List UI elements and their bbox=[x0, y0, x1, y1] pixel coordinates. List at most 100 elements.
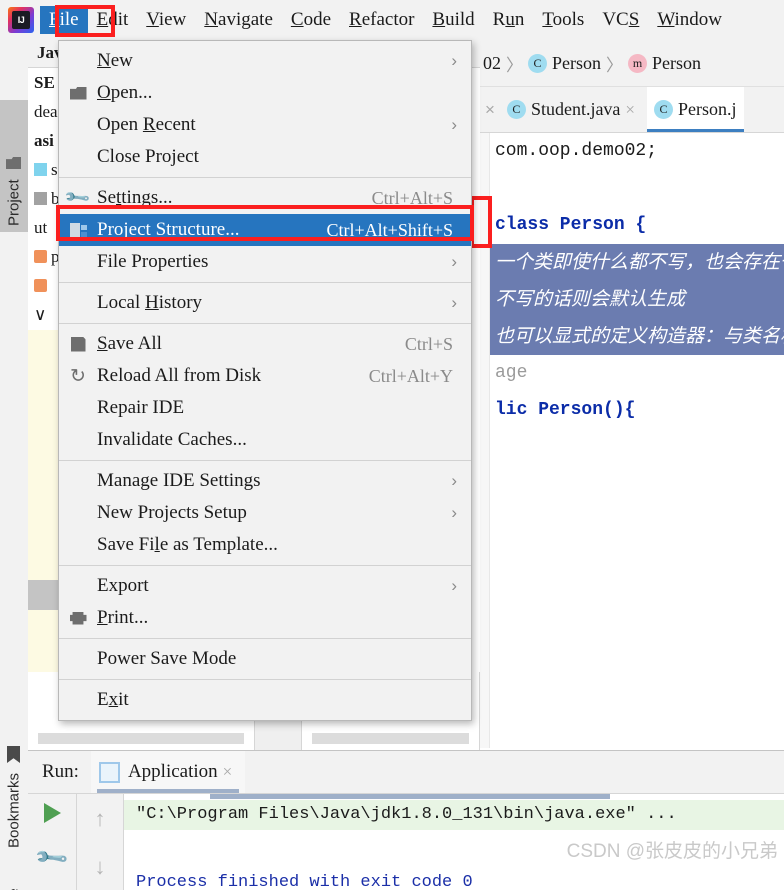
wrench-icon[interactable]: 🔧 bbox=[33, 839, 71, 877]
folder-icon bbox=[59, 86, 97, 100]
run-toolbar: 🔧 bbox=[28, 794, 77, 890]
play-icon[interactable] bbox=[43, 803, 61, 823]
run-tab-label: Application bbox=[127, 761, 218, 782]
menu-item-invalidate-caches[interactable]: Invalidate Caches... bbox=[59, 424, 471, 456]
close-icon[interactable]: × bbox=[223, 762, 233, 782]
menu-item-label: Power Save Mode bbox=[97, 648, 237, 669]
arrow-down-icon[interactable]: ↓ bbox=[95, 854, 106, 880]
chevron-right-icon: › bbox=[451, 503, 457, 522]
csdn-watermark: CSDN @张皮皮的小兄弟 bbox=[566, 841, 778, 862]
menu-item-label: Reload All from Disk bbox=[97, 365, 262, 386]
menu-view[interactable]: View bbox=[137, 6, 195, 34]
editor-tab-strip: × C Student.java × C Person.j bbox=[480, 87, 784, 133]
menu-item-label: Settings... bbox=[97, 187, 173, 208]
horizontal-scrollbar-2[interactable] bbox=[312, 733, 469, 744]
menu-item-reload-all-from-disk[interactable]: ↻ Reload All from Disk Ctrl+Alt+Y bbox=[59, 360, 471, 392]
chevron-right-icon: › bbox=[451, 471, 457, 490]
folder-icon bbox=[7, 156, 22, 173]
menu-build[interactable]: Build bbox=[423, 6, 483, 34]
run-panel-header: Run: Application × bbox=[28, 751, 784, 794]
class-icon: C bbox=[654, 100, 674, 119]
menu-tools[interactable]: Tools bbox=[533, 6, 593, 34]
save-icon bbox=[59, 336, 97, 352]
menu-item-new-projects-setup[interactable]: New Projects Setup › bbox=[59, 497, 471, 529]
code-line: com.oop.demo02; bbox=[495, 141, 658, 161]
tree-item-label: ut bbox=[34, 218, 48, 237]
sidebar-item-structure[interactable]: ucture bbox=[0, 855, 28, 890]
menu-item-label: Project Structure... bbox=[97, 219, 240, 240]
run-tab-application[interactable]: Application × bbox=[90, 751, 246, 793]
tree-item-icon bbox=[34, 163, 47, 176]
console-line: "C:\Program Files\Java\jdk1.8.0_131\bin\… bbox=[124, 800, 784, 830]
chevron-right-icon: › bbox=[451, 115, 457, 134]
menu-item-print[interactable]: Print... bbox=[59, 602, 471, 634]
close-icon[interactable]: × bbox=[625, 100, 635, 120]
breadcrumb-item[interactable]: m Person bbox=[628, 53, 701, 74]
editor-tab-label: Person.j bbox=[678, 99, 737, 119]
code-line: 一个类即使什么都不写，也会存在一个 bbox=[480, 244, 784, 281]
menu-item-label: Export bbox=[97, 575, 149, 596]
console-icon bbox=[98, 761, 120, 783]
menu-item-repair-ide[interactable]: Repair IDE bbox=[59, 392, 471, 424]
method-icon: m bbox=[628, 53, 647, 73]
tree-item-label: asi bbox=[34, 131, 54, 150]
menu-item-label: File Properties bbox=[97, 251, 209, 272]
horizontal-scrollbar-1[interactable] bbox=[38, 733, 245, 744]
menu-item-local-history[interactable]: Local History › bbox=[59, 287, 471, 319]
left-tool-window-strip: Project Bookmarks ucture bbox=[0, 40, 29, 890]
menu-separator bbox=[59, 177, 471, 178]
console-scroll-indicator bbox=[210, 794, 610, 799]
breadcrumb-item-label: Person bbox=[552, 52, 601, 73]
menu-run[interactable]: Run bbox=[484, 6, 534, 34]
menu-vcs[interactable]: VCS bbox=[593, 6, 648, 34]
menu-item-export[interactable]: Export › bbox=[59, 570, 471, 602]
arrow-up-icon[interactable]: ↑ bbox=[95, 806, 106, 832]
print-icon bbox=[59, 611, 97, 625]
breadcrumb-separator: 〉 bbox=[606, 55, 623, 75]
menu-code[interactable]: Code bbox=[282, 6, 340, 34]
menu-window[interactable]: Window bbox=[648, 6, 731, 34]
sidebar-item-bookmarks[interactable]: Bookmarks bbox=[0, 730, 28, 848]
menu-item-label: Save File as Template... bbox=[97, 534, 278, 555]
tree-item-label: SE bbox=[34, 73, 55, 92]
close-icon[interactable]: × bbox=[485, 100, 495, 120]
menu-item-exit[interactable]: Exit bbox=[59, 684, 471, 716]
sidebar-item-project[interactable]: Project bbox=[0, 100, 28, 232]
menu-item-project-structure[interactable]: Project Structure... Ctrl+Alt+Shift+S bbox=[59, 214, 471, 246]
editor-tab-student-java[interactable]: C Student.java × bbox=[500, 87, 647, 132]
file-menu-popup[interactable]: New › Open... Open Recent › Close Project 🔧 Set… bbox=[58, 40, 472, 721]
menu-item-manage-ide-settings[interactable]: Manage IDE Settings › bbox=[59, 465, 471, 497]
menu-item-file-properties[interactable]: File Properties › bbox=[59, 246, 471, 278]
console-line: Process finished with exit code 0 bbox=[136, 873, 473, 890]
menu-item-open-recent[interactable]: Open Recent › bbox=[59, 109, 471, 141]
menu-item-open[interactable]: Open... bbox=[59, 77, 471, 109]
breadcrumb-item[interactable]: C Person bbox=[528, 53, 601, 74]
menu-item-label: Invalidate Caches... bbox=[97, 429, 247, 450]
project-structure-icon bbox=[59, 223, 97, 237]
breadcrumb-separator: 〉 bbox=[506, 55, 523, 75]
menu-edit[interactable]: Edit bbox=[88, 6, 138, 34]
menu-file[interactable]: File bbox=[40, 6, 88, 34]
menu-item-new[interactable]: New › bbox=[59, 45, 471, 77]
menu-item-label: Open... bbox=[97, 82, 153, 103]
menu-item-save-all[interactable]: Save All Ctrl+S bbox=[59, 328, 471, 360]
editor-area: 02 〉 C Person 〉 m Person × C Student.java × C Perso… bbox=[480, 40, 784, 750]
editor-tab-person-j[interactable]: C Person.j bbox=[647, 87, 744, 132]
code-editor[interactable]: com.oop.demo02; class Person {一个类即使什么都不写，… bbox=[480, 133, 784, 748]
menu-item-save-file-as-template[interactable]: Save File as Template... bbox=[59, 529, 471, 561]
breadcrumb[interactable]: 02 〉 C Person 〉 m Person bbox=[480, 40, 784, 87]
chevron-right-icon: › bbox=[451, 576, 457, 595]
idea-window: IJ File Edit View Navigate Code Refactor Build… bbox=[0, 0, 784, 890]
intellij-idea-logo: IJ bbox=[8, 7, 34, 33]
chevron-right-icon: › bbox=[451, 252, 457, 271]
tree-item-icon bbox=[34, 192, 47, 205]
menu-navigate[interactable]: Navigate bbox=[195, 6, 282, 34]
menu-item-power-save-mode[interactable]: Power Save Mode bbox=[59, 643, 471, 675]
breadcrumb-item[interactable]: 02 bbox=[483, 53, 501, 74]
menu-refactor[interactable]: Refactor bbox=[340, 6, 423, 34]
menu-item-label: Print... bbox=[97, 607, 149, 628]
menu-item-close-project[interactable]: Close Project bbox=[59, 141, 471, 173]
menu-item-settings[interactable]: 🔧 Settings... Ctrl+Alt+S bbox=[59, 182, 471, 214]
class-icon: C bbox=[528, 53, 547, 73]
